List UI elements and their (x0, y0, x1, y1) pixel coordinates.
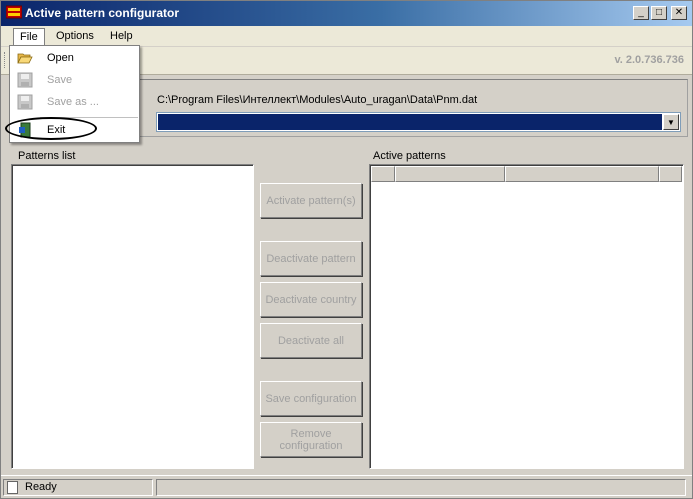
database-path: C:\Program Files\Интеллект\Modules\Auto_… (157, 94, 478, 106)
chevron-down-icon: ▼ (667, 117, 675, 127)
toolbar-grip[interactable] (4, 52, 7, 68)
combo-dropdown-button[interactable]: ▼ (663, 114, 679, 130)
minimize-button[interactable]: _ (633, 6, 649, 20)
grid-header-3[interactable] (659, 166, 682, 182)
close-button[interactable]: ✕ (671, 6, 687, 20)
menu-item-open[interactable]: Open (10, 47, 139, 69)
patterns-list[interactable] (11, 164, 254, 469)
close-icon: ✕ (674, 7, 684, 18)
deactivate-pattern-button[interactable]: Deactivate pattern (260, 241, 362, 276)
database-combo[interactable]: ▼ (156, 112, 681, 132)
menu-item-save[interactable]: Save (10, 69, 139, 91)
maximize-icon: □ (655, 7, 663, 18)
menu-item-save-label: Save (47, 74, 73, 86)
app-window: Active pattern configurator _ □ ✕ File O… (0, 0, 693, 499)
patterns-list-label: Patterns list (18, 150, 76, 162)
menu-item-open-label: Open (47, 52, 74, 64)
status-text: Ready (25, 481, 57, 493)
grid-header-0[interactable] (371, 166, 395, 182)
activate-patterns-button[interactable]: Activate pattern(s) (260, 183, 362, 218)
active-patterns-label: Active patterns (373, 150, 446, 162)
deactivate-country-button[interactable]: Deactivate country (260, 282, 362, 317)
deactivate-all-button[interactable]: Deactivate all (260, 323, 362, 358)
combo-selection (158, 114, 662, 130)
menu-file[interactable]: File (13, 28, 45, 46)
minimize-icon: _ (638, 7, 644, 18)
status-panel-secondary (156, 479, 686, 496)
folder-open-icon (17, 53, 33, 64)
status-bar: Ready (1, 475, 692, 498)
maximize-button[interactable]: □ (651, 6, 667, 20)
exit-highlight-ring (5, 117, 97, 140)
menu-options[interactable]: Options (50, 28, 100, 46)
grid-header-2[interactable] (505, 166, 659, 182)
save-configuration-button[interactable]: Save configuration (260, 381, 362, 416)
active-patterns-grid[interactable] (369, 164, 684, 469)
floppy-disk-icon (17, 72, 33, 88)
menu-help[interactable]: Help (104, 28, 139, 46)
menu-item-save-as[interactable]: Save as ... (10, 91, 139, 113)
title-bar[interactable]: Active pattern configurator _ □ ✕ (1, 1, 692, 26)
remove-configuration-button[interactable]: Remove configuration (260, 422, 362, 457)
version-label: v. 2.0.736.736 (614, 54, 684, 66)
window-title: Active pattern configurator (25, 6, 180, 20)
floppy-disk-icon (17, 94, 33, 110)
app-icon (6, 5, 22, 19)
document-icon (7, 481, 18, 494)
menu-bar: File Options Help (1, 26, 692, 46)
menu-item-save-as-label: Save as ... (47, 96, 99, 108)
grid-header-1[interactable] (395, 166, 505, 182)
